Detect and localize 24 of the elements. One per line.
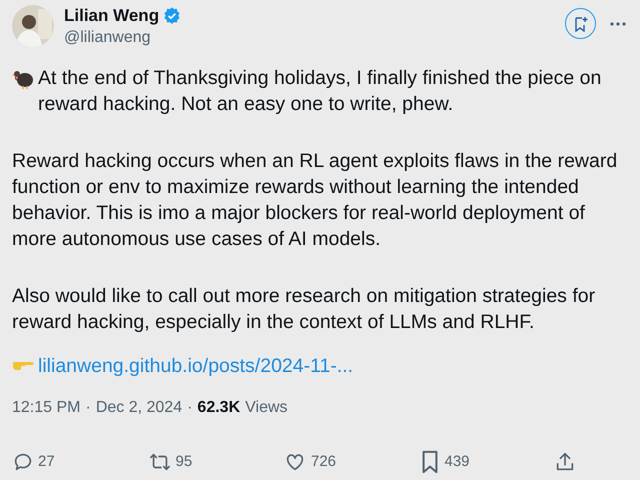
bookmark-button[interactable]: 439 <box>418 449 478 475</box>
tweet-time[interactable]: 12:15 PM <box>12 397 80 419</box>
reply-icon <box>12 451 34 473</box>
author-handle: @lilianweng <box>64 28 152 48</box>
article-link[interactable]: lilianweng.github.io/posts/2024-11-... <box>38 353 354 379</box>
bookmark-plus-icon <box>574 16 588 32</box>
views-count: 62.3K <box>197 398 240 418</box>
separator-dot: · <box>187 398 192 418</box>
separator-dot: · <box>85 398 91 418</box>
tweet-paragraph: Reward hacking occurs when an RL agent exploits flaws in the reward function or env to maximize rewards without learning the intended behavior. This is imo a major blockers for real-world deployment of more autonomous use cases of AI models. <box>12 149 618 252</box>
tweet-date[interactable]: Dec 2, 2024 <box>96 397 182 419</box>
tweet-paragraph: At the end of Thanksgiving holidays, I finally finished the piece on reward hacking. Not an easy one to write, phew. <box>38 66 602 117</box>
like-button[interactable]: 726 <box>283 450 343 474</box>
tweet-paragraph: Also would like to call out more research on mitigation strategies for reward hacking, especially in the context of LLMs and RLHF. <box>12 284 596 335</box>
bookmark-add-button[interactable] <box>565 8 596 39</box>
repost-icon <box>148 451 172 473</box>
pointing-hand-icon <box>12 361 34 371</box>
share-icon <box>554 451 576 473</box>
views-label: Views <box>245 398 288 418</box>
reply-button[interactable]: 27 <box>12 450 72 474</box>
author-name[interactable]: Lilian Weng <box>64 5 160 27</box>
more-icon <box>610 22 626 26</box>
avatar <box>12 5 54 47</box>
repost-button[interactable]: 95 <box>148 450 208 474</box>
